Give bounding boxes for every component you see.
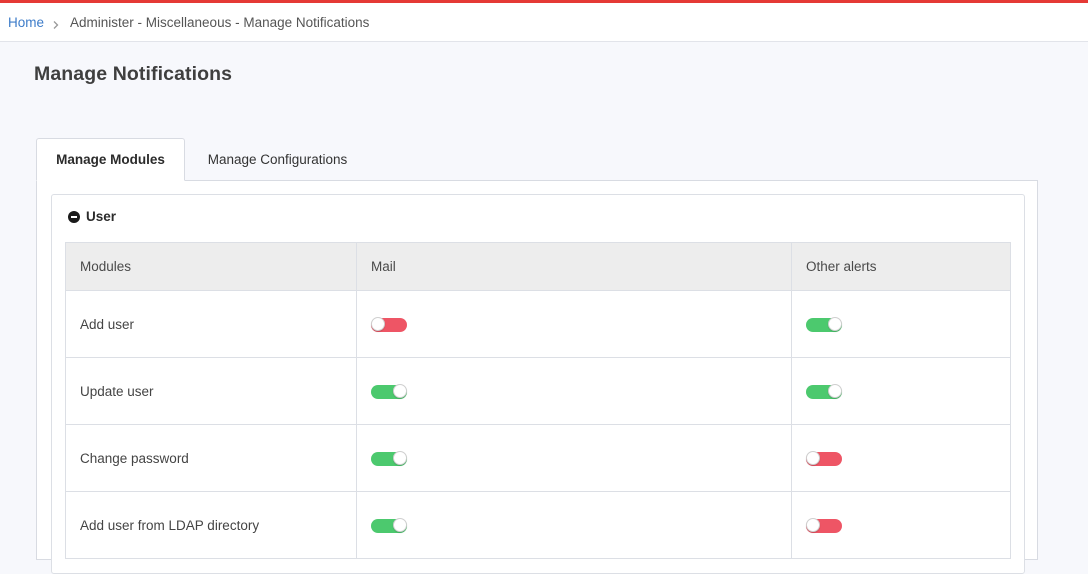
user-section: User Modules Mail Other alerts Add user U… (51, 194, 1025, 574)
tab-manage-configurations[interactable]: Manage Configurations (185, 138, 370, 181)
table-row: Change password (65, 424, 1011, 492)
mail-toggle[interactable] (371, 316, 407, 332)
toggle-knob (371, 316, 385, 331)
tab-manage-modules[interactable]: Manage Modules (36, 138, 185, 181)
table-row: Add user from LDAP directory (65, 491, 1011, 559)
toggle-knob (806, 450, 820, 465)
toggle-knob (393, 517, 407, 532)
module-name: Add user from LDAP directory (65, 491, 357, 559)
mail-cell (356, 491, 792, 559)
column-header-mail: Mail (356, 242, 792, 291)
table-row: Update user (65, 357, 1011, 425)
breadcrumb: Home Administer - Miscellaneous - Manage… (8, 15, 369, 30)
table-row: Add user (65, 290, 1011, 358)
column-header-modules: Modules (65, 242, 357, 291)
other-alerts-cell (791, 290, 1011, 358)
toggle-knob (393, 450, 407, 465)
chevron-right-icon (51, 18, 61, 29)
mail-toggle[interactable] (371, 383, 407, 399)
mail-cell (356, 357, 792, 425)
notifications-table: Modules Mail Other alerts Add user Update… (65, 242, 1011, 559)
toggle-knob (393, 383, 407, 398)
column-header-other-alerts: Other alerts (791, 242, 1011, 291)
page-title: Manage Notifications (34, 63, 233, 85)
module-name: Add user (65, 290, 357, 358)
toggle-knob (828, 383, 842, 398)
breadcrumb-path: Administer - Miscellaneous - Manage Noti… (70, 15, 370, 30)
other-alerts-toggle[interactable] (806, 517, 842, 533)
toggle-knob (806, 517, 820, 532)
mail-toggle[interactable] (371, 450, 407, 466)
other-alerts-cell (791, 491, 1011, 559)
module-name: Update user (65, 357, 357, 425)
other-alerts-cell (791, 424, 1011, 492)
other-alerts-cell (791, 357, 1011, 425)
mail-cell (356, 424, 792, 492)
other-alerts-toggle[interactable] (806, 450, 842, 466)
tab-panel: User Modules Mail Other alerts Add user U… (36, 180, 1038, 574)
breadcrumb-home-link[interactable]: Home (8, 15, 44, 30)
other-alerts-toggle[interactable] (806, 383, 842, 399)
mail-toggle[interactable] (371, 517, 407, 533)
minus-circle-icon (68, 210, 80, 223)
section-toggle-user[interactable]: User (68, 209, 116, 224)
module-name: Change password (65, 424, 357, 492)
toggle-knob (828, 316, 842, 331)
table-header-row: Modules Mail Other alerts (65, 242, 1011, 291)
section-title: User (86, 209, 117, 224)
other-alerts-toggle[interactable] (806, 316, 842, 332)
mail-cell (356, 290, 792, 358)
top-bar: Home Administer - Miscellaneous - Manage… (0, 0, 1088, 42)
